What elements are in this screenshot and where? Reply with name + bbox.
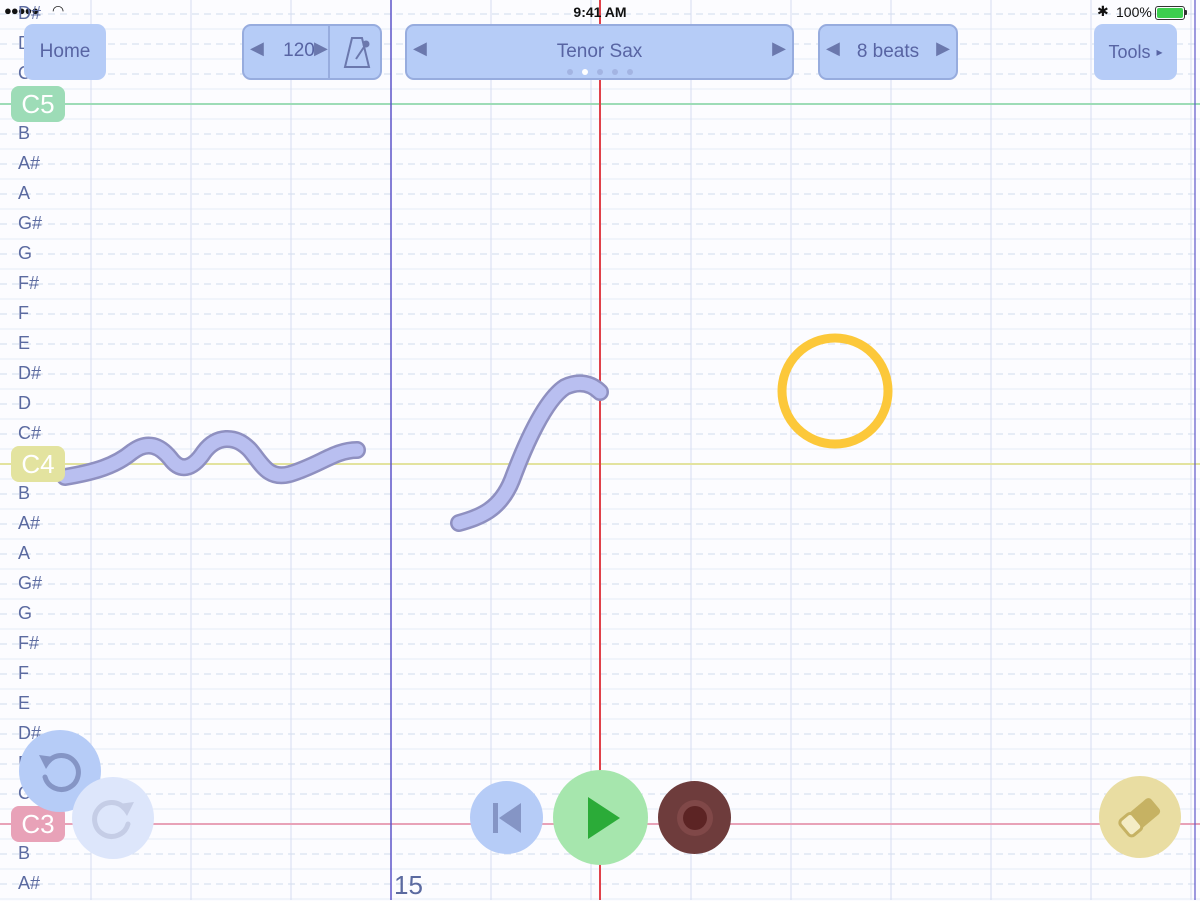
page-dot — [582, 69, 588, 75]
redo-icon — [92, 800, 134, 839]
page-dot — [597, 69, 603, 75]
metronome-icon — [343, 37, 371, 68]
tools-label: Tools — [1108, 41, 1151, 62]
bluetooth-icon: ✱ — [1097, 3, 1109, 19]
redo-button[interactable] — [72, 777, 154, 859]
page-dot — [567, 69, 573, 75]
tools-arrow-icon: ▸ — [1156, 45, 1163, 59]
pitch-label: F — [18, 303, 29, 323]
pitch-label: A — [18, 183, 31, 203]
length-label: 8 beats — [856, 41, 920, 62]
length-decrease-button[interactable]: ◀ — [826, 38, 840, 59]
pitch-label: D# — [18, 3, 42, 23]
page-dot — [627, 69, 633, 75]
c4-label: C4 — [11, 446, 65, 482]
measure-number: 15 — [394, 870, 423, 900]
instrument-next-button[interactable]: ▶ — [772, 38, 786, 59]
pitch-label: A — [18, 543, 31, 563]
pitch-label: G# — [18, 573, 43, 593]
eraser-icon — [1118, 798, 1161, 838]
play-button[interactable] — [553, 770, 648, 865]
pitch-label: B — [18, 123, 31, 143]
pitch-label: G — [18, 243, 33, 263]
battery-icon — [1155, 6, 1187, 20]
battery-percent: 100% — [1116, 4, 1152, 20]
pitch-label: F# — [18, 273, 40, 293]
pitch-label: E — [18, 693, 31, 713]
record-button[interactable] — [658, 781, 731, 854]
status-bar: ●●●●● ◠ 9:41 AM ✱ 100% — [0, 0, 1200, 24]
pitch-label: D# — [18, 363, 42, 383]
length-selector[interactable]: ◀ 8 beats ▶ — [818, 24, 958, 80]
piano-roll-grid[interactable] — [0, 0, 1200, 900]
pitch-label: B — [18, 483, 31, 503]
tempo-decrease-button[interactable]: ◀ — [250, 38, 264, 59]
pitch-label: E — [18, 333, 31, 353]
home-label: Home — [39, 41, 91, 62]
eraser-button[interactable] — [1099, 776, 1181, 858]
rewind-icon — [492, 802, 521, 833]
instrument-prev-button[interactable]: ◀ — [413, 38, 427, 59]
tempo-control: ◀ 120 ▶ — [242, 24, 382, 80]
c5-label: C5 — [11, 86, 65, 122]
pitch-label: A# — [18, 873, 41, 893]
pitch-label: A# — [18, 513, 41, 533]
play-icon — [587, 796, 620, 839]
pitch-label: D — [18, 393, 31, 413]
tempo-increase-button[interactable]: ▶ — [314, 38, 328, 59]
page-dot — [612, 69, 618, 75]
record-icon — [676, 799, 713, 836]
home-button[interactable]: Home — [24, 24, 106, 80]
metronome-button[interactable] — [340, 34, 374, 76]
pitch-label: G — [18, 603, 33, 623]
length-increase-button[interactable]: ▶ — [936, 38, 950, 59]
status-time: 9:41 AM — [573, 4, 627, 20]
divider — [328, 26, 330, 78]
pitch-label: B — [18, 843, 31, 863]
pitch-label: F — [18, 663, 29, 683]
pitch-label: A# — [18, 153, 41, 173]
rewind-button[interactable] — [470, 781, 543, 854]
tools-button[interactable]: Tools ▸ — [1094, 24, 1177, 80]
pitch-label: G# — [18, 213, 43, 233]
instrument-label: Tenor Sax — [556, 41, 643, 62]
target-circle — [777, 333, 893, 449]
pitch-label: C# — [18, 423, 42, 443]
undo-icon — [39, 753, 81, 792]
pitch-label: F# — [18, 633, 40, 653]
